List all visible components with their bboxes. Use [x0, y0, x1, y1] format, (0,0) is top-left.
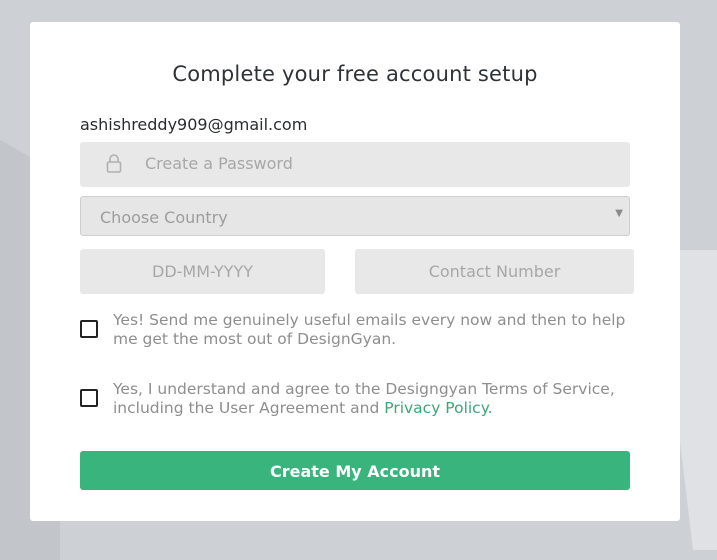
- terms-label: Yes, I understand and agree to the Desig…: [113, 380, 633, 418]
- password-field[interactable]: Create a Password: [80, 142, 630, 187]
- form-title: Complete your free account setup: [172, 62, 538, 86]
- newsletter-checkbox[interactable]: [80, 320, 98, 338]
- create-account-button[interactable]: Create My Account: [80, 451, 630, 490]
- country-placeholder: Choose Country: [100, 208, 228, 227]
- terms-label-text: Yes, I understand and agree to the Desig…: [113, 380, 615, 417]
- date-placeholder: DD-MM-YYYY: [152, 262, 253, 281]
- lock-icon: [106, 153, 122, 173]
- newsletter-label: Yes! Send me genuinely useful emails eve…: [113, 311, 626, 348]
- password-placeholder: Create a Password: [145, 154, 293, 173]
- country-select[interactable]: Choose Country ▼: [80, 196, 630, 236]
- user-email: ashishreddy909@gmail.com: [80, 115, 308, 134]
- terms-label-suffix: .: [487, 399, 493, 417]
- privacy-policy-link[interactable]: Privacy Policy: [384, 399, 487, 417]
- dropdown-arrow-icon: ▼: [615, 208, 623, 219]
- terms-checkbox[interactable]: [80, 389, 98, 407]
- contact-placeholder: Contact Number: [428, 262, 561, 281]
- signup-card: Complete your free account setup ashishr…: [30, 22, 680, 521]
- date-of-birth-field[interactable]: DD-MM-YYYY: [80, 249, 325, 294]
- contact-number-field[interactable]: Contact Number: [355, 249, 634, 294]
